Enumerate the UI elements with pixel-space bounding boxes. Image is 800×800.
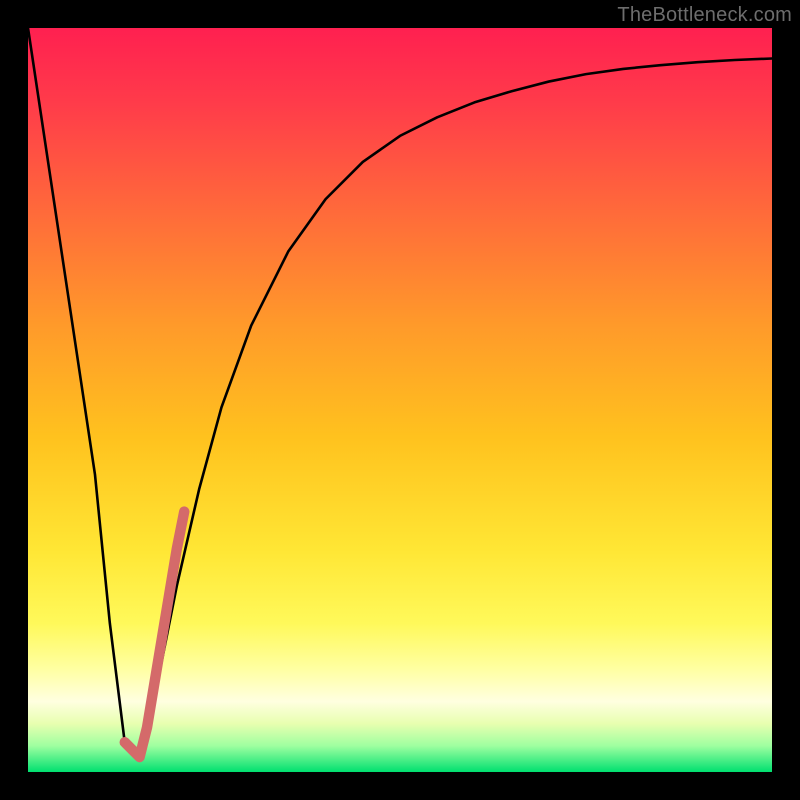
chart-frame: TheBottleneck.com <box>0 0 800 800</box>
bottleneck-curve-svg <box>28 28 772 772</box>
accent-segment <box>125 512 185 758</box>
plot-area <box>28 28 772 772</box>
bottleneck-curve <box>28 28 772 757</box>
watermark-text: TheBottleneck.com <box>617 4 792 27</box>
